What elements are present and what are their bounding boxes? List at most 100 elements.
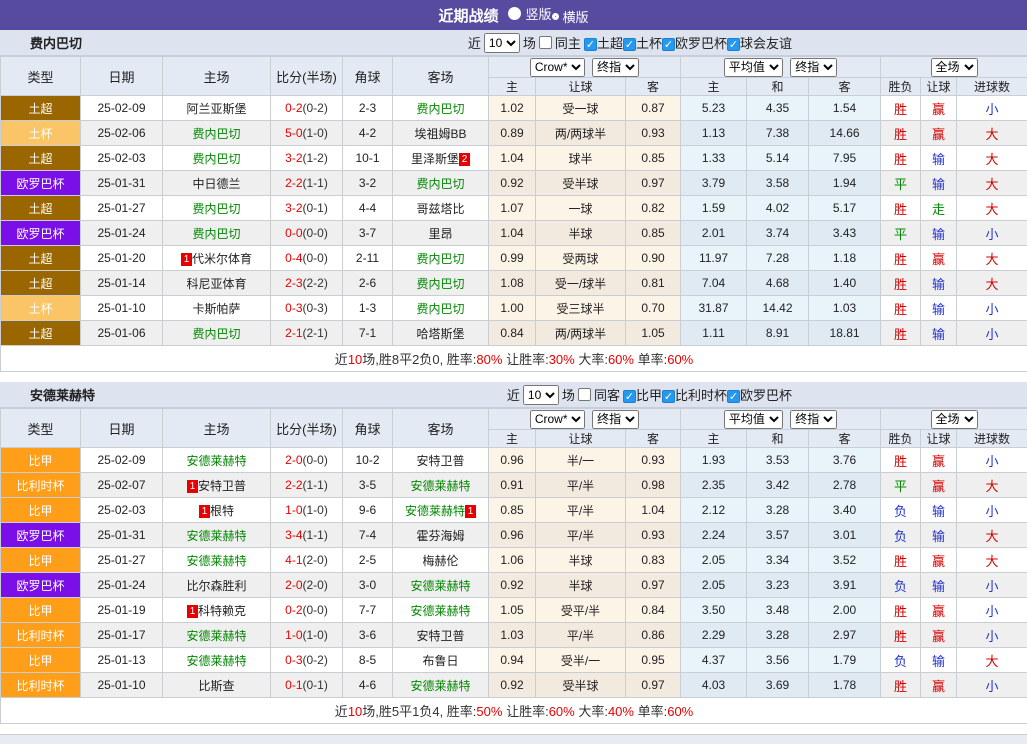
- home-team: 费内巴切: [163, 321, 271, 346]
- home-team: 中日德兰: [163, 171, 271, 196]
- avg-home-odds: 31.87: [681, 296, 747, 321]
- team-label: 梅赫伦: [422, 554, 458, 568]
- handicap-away-odds: 0.98: [626, 473, 681, 498]
- result-handicap: 输: [921, 146, 957, 171]
- result-outcome: 负: [881, 648, 921, 673]
- europe-odds-group: 平均值 终指: [681, 57, 881, 78]
- result-goals: 小: [957, 296, 1027, 321]
- filter-controls: 近 10 场 同客 ✓比甲✓比利时杯✓欧罗巴杯: [507, 385, 792, 405]
- handicap-time-select[interactable]: 终指: [592, 58, 639, 77]
- handicap-home-odds: 1.04: [489, 146, 536, 171]
- score-with-half: 2-2(1-1): [271, 171, 343, 196]
- matches-table: 类型 日期 主场 比分(半场) 角球 客场 Crow* 终指 平均值 终指: [0, 56, 1027, 372]
- home-team: 1根特: [163, 498, 271, 523]
- handicap-odds-group: Crow* 终指: [489, 57, 681, 78]
- full-time-score: 0-0: [285, 226, 302, 240]
- half-time-score: (0-0): [303, 226, 328, 240]
- same-venue-checkbox[interactable]: [578, 388, 591, 401]
- summary-segment: 场,胜5平1负4, 胜率:: [362, 704, 476, 719]
- match-count-select[interactable]: 10: [523, 385, 559, 405]
- match-date: 25-01-10: [81, 296, 163, 321]
- corner-score: 3-2: [343, 171, 393, 196]
- match-date: 25-01-10: [81, 673, 163, 698]
- handicap-line: 受半/一: [536, 648, 626, 673]
- handicap-time-select[interactable]: 终指: [592, 410, 639, 429]
- league-checkbox[interactable]: ✓: [727, 38, 740, 51]
- section-header-bar: 安德莱赫特 近 10 场 同客 ✓比甲✓比利时杯✓欧罗巴杯: [0, 382, 1027, 408]
- result-goals: 大: [957, 523, 1027, 548]
- corner-score: 10-2: [343, 448, 393, 473]
- match-date: 25-01-24: [81, 573, 163, 598]
- handicap-away-odds: 1.04: [626, 498, 681, 523]
- avg-home-odds: 1.59: [681, 196, 747, 221]
- league-checkbox[interactable]: ✓: [662, 38, 675, 51]
- match-row: 土超 25-02-03 费内巴切 3-2(1-2) 10-1 里泽斯堡2 1.0…: [1, 146, 1027, 171]
- handicap-home-odds: 0.84: [489, 321, 536, 346]
- match-count-select[interactable]: 10: [484, 33, 520, 53]
- summary-segment: 50%: [476, 704, 502, 719]
- handicap-away-odds: 0.93: [626, 523, 681, 548]
- match-row: 比利时杯 25-01-10 比斯查 0-1(0-1) 4-6 安德莱赫特 0.9…: [1, 673, 1027, 698]
- view-mode-option[interactable]: 横版: [552, 7, 589, 26]
- result-handicap: 走: [921, 196, 957, 221]
- match-date: 25-02-07: [81, 473, 163, 498]
- avg-home-odds: 2.29: [681, 623, 747, 648]
- handicap-home-odds: 1.06: [489, 548, 536, 573]
- avg-home-odds: 11.97: [681, 246, 747, 271]
- team-label: 费内巴切: [192, 227, 240, 241]
- score-with-half: 1-0(1-0): [271, 623, 343, 648]
- avg-odds-select[interactable]: 平均值: [724, 58, 783, 77]
- league-checkbox[interactable]: ✓: [623, 38, 636, 51]
- subcol-handicap-away: 客: [626, 78, 681, 96]
- scope-select[interactable]: 全场: [931, 410, 978, 429]
- view-mode-option[interactable]: 竖版: [508, 4, 551, 23]
- scope-select[interactable]: 全场: [931, 58, 978, 77]
- league-checkbox[interactable]: ✓: [584, 38, 597, 51]
- score-with-half: 0-3(0-3): [271, 296, 343, 321]
- away-team: 梅赫伦: [393, 548, 489, 573]
- home-team: 比斯查: [163, 673, 271, 698]
- summary-segment: 60%: [667, 352, 693, 367]
- same-venue-label: 同客: [594, 385, 620, 404]
- avg-home-odds: 5.23: [681, 96, 747, 121]
- team-label: 费内巴切: [192, 327, 240, 341]
- home-team: 费内巴切: [163, 196, 271, 221]
- radio-icon[interactable]: [552, 13, 559, 20]
- handicap-line: 球半: [536, 146, 626, 171]
- same-venue-checkbox[interactable]: [539, 36, 552, 49]
- result-handicap: 赢: [921, 673, 957, 698]
- league-checkbox[interactable]: ✓: [727, 390, 740, 403]
- bookmaker-select[interactable]: Crow*: [530, 410, 585, 429]
- team-label: 里昂: [428, 227, 452, 241]
- avg-time-select[interactable]: 终指: [790, 58, 837, 77]
- avg-draw-odds: 3.34: [747, 548, 809, 573]
- team-label: 根特: [210, 504, 234, 518]
- summary-segment: 单率:: [634, 704, 667, 719]
- bookmaker-select[interactable]: Crow*: [530, 58, 585, 77]
- avg-odds-select[interactable]: 平均值: [724, 410, 783, 429]
- result-goals: 大: [957, 246, 1027, 271]
- avg-draw-odds: 3.56: [747, 648, 809, 673]
- match-date: 25-01-17: [81, 623, 163, 648]
- league-checkbox[interactable]: ✓: [623, 390, 636, 403]
- result-outcome: 平: [881, 473, 921, 498]
- handicap-odds-group: Crow* 终指: [489, 409, 681, 430]
- league-badge: 欧罗巴杯: [1, 171, 81, 196]
- corner-score: 4-4: [343, 196, 393, 221]
- away-team: 埃祖姆BB: [393, 121, 489, 146]
- avg-time-select[interactable]: 终指: [790, 410, 837, 429]
- league-checkbox[interactable]: ✓: [662, 390, 675, 403]
- full-time-score: 2-1: [285, 326, 302, 340]
- handicap-away-odds: 0.81: [626, 271, 681, 296]
- red-card-badge: 1: [181, 253, 192, 266]
- away-team: 安德莱赫特: [393, 673, 489, 698]
- radio-icon[interactable]: [508, 7, 521, 20]
- league-badge: 土超: [1, 96, 81, 121]
- avg-away-odds: 3.52: [809, 548, 881, 573]
- handicap-away-odds: 0.83: [626, 548, 681, 573]
- avg-draw-odds: 3.74: [747, 221, 809, 246]
- result-goals: 大: [957, 121, 1027, 146]
- summary-segment: 40%: [608, 704, 634, 719]
- away-team: 费内巴切: [393, 96, 489, 121]
- team-sections: 费内巴切 近 10 场 同主 ✓土超✓土杯✓欧罗巴杯✓球会友谊 类型: [0, 30, 1027, 734]
